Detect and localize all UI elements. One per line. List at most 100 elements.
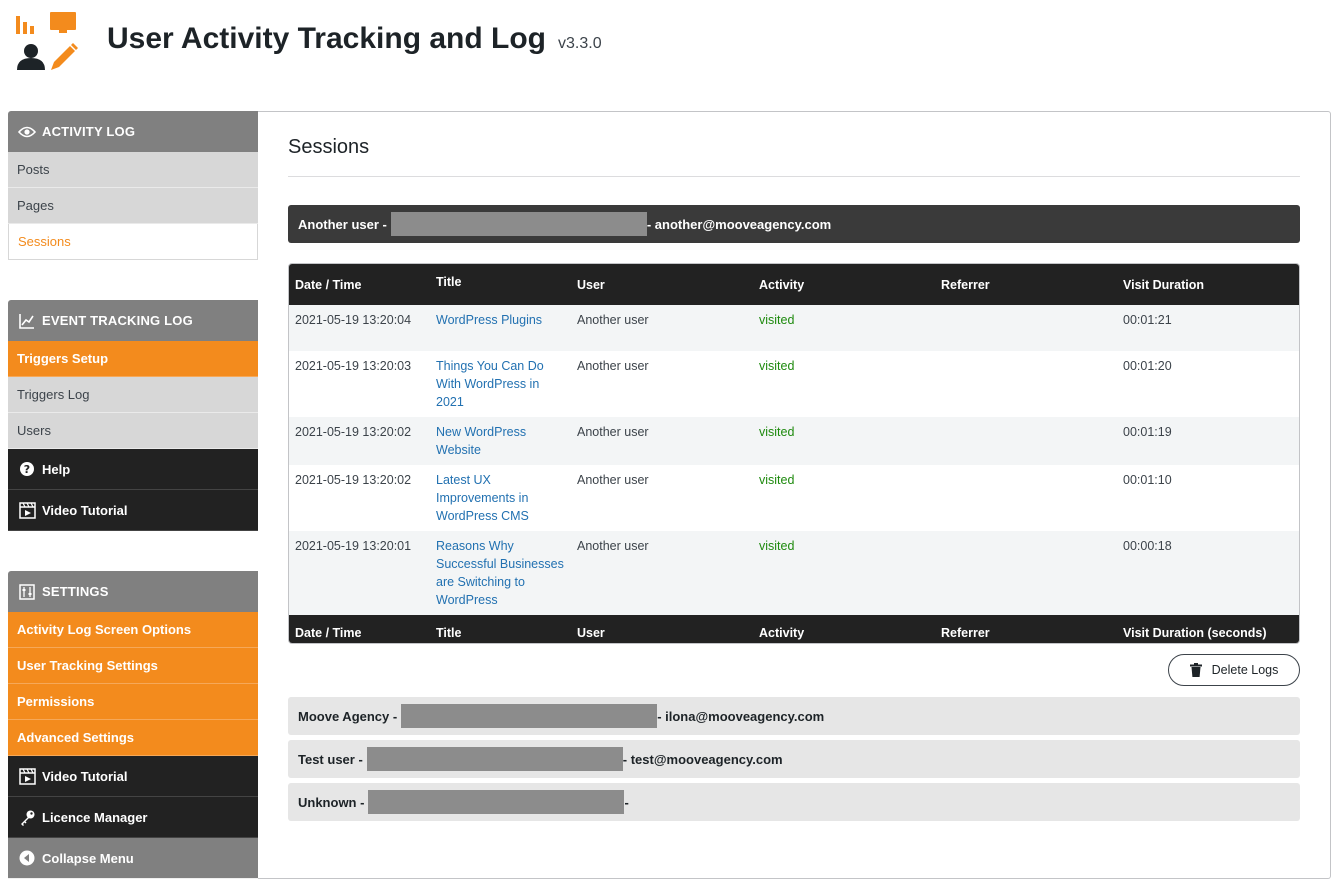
app-version: v3.3.0 (558, 35, 602, 52)
collapse-arrow-icon (18, 849, 36, 867)
col-activity[interactable]: Activity (753, 264, 935, 305)
sidebar-item-posts[interactable]: Posts (8, 152, 258, 188)
cell-date: 2021-05-19 13:20:03 (295, 359, 412, 373)
title-divider (288, 176, 1300, 177)
foot-title: Title (436, 626, 462, 640)
sidebar-item-activity-log-screen-options[interactable]: Activity Log Screen Options (8, 612, 258, 648)
user-session-header[interactable]: Moove Agency - - ilona@mooveagency.com (288, 697, 1300, 735)
sidebar-item-user-tracking-settings[interactable]: User Tracking Settings (8, 648, 258, 684)
svg-text:?: ? (24, 463, 30, 476)
cell-user: Another user (577, 359, 649, 373)
video-icon (18, 767, 36, 785)
foot-date-time: Date / Time (295, 626, 362, 640)
chart-line-icon (18, 312, 36, 330)
cell-user: Another user (577, 539, 649, 553)
cell-user: Another user (577, 313, 649, 327)
user-name: Moove Agency - (298, 708, 398, 724)
main-panel: Sessions Another user - - another@moovea… (258, 111, 1331, 879)
table-row: 2021-05-19 13:20:02 Latest UX Improvemen… (289, 465, 1299, 531)
sidebar-item-help[interactable]: ? Help (8, 449, 258, 490)
help-icon: ? (18, 460, 36, 478)
sidebar-item-triggers-log[interactable]: Triggers Log (8, 377, 258, 413)
sidebar-item-help-label: Help (42, 461, 71, 477)
sidebar-item-collapse-menu[interactable]: Collapse Menu (8, 838, 258, 879)
table-row: 2021-05-19 13:20:03 Things You Can Do Wi… (289, 351, 1299, 417)
cell-title-link[interactable]: Things You Can Do With WordPress in 2021 (436, 359, 544, 409)
user-session-header-expanded[interactable]: Another user - - another@mooveagency.com (288, 205, 1300, 243)
eye-icon (18, 123, 36, 141)
settings-sliders-icon (18, 583, 36, 601)
sidebar-item-licence-manager[interactable]: Licence Manager (8, 797, 258, 838)
user-email: - ilona@mooveagency.com (657, 708, 825, 724)
page-title: Sessions (288, 136, 370, 158)
col-date-time[interactable]: Date / Time (289, 264, 430, 305)
sidebar-item-video-tutorial-label: Video Tutorial (42, 502, 128, 518)
app-title: User Activity Tracking and Log (107, 22, 546, 55)
sidebar-item-permissions[interactable]: Permissions (8, 684, 258, 720)
redacted-block (401, 704, 658, 728)
user-name: Test user - (298, 751, 363, 767)
sidebar-item-users[interactable]: Users (8, 413, 258, 449)
cell-referrer (935, 531, 1117, 615)
sidebar: ACTIVITY LOG Posts Pages Sessions EVENT … (8, 111, 258, 879)
cell-duration: 00:00:18 (1123, 539, 1172, 553)
foot-visit-duration: Visit Duration (seconds) (1123, 626, 1267, 640)
cell-title-link[interactable]: Reasons Why Successful Businesses are Sw… (436, 539, 564, 607)
cell-activity: visited (759, 473, 795, 487)
table-row: 2021-05-19 13:20:01 Reasons Why Successf… (289, 531, 1299, 615)
foot-activity: Activity (759, 626, 805, 640)
cell-activity: visited (759, 539, 795, 553)
cell-date: 2021-05-19 13:20:02 (295, 473, 412, 487)
sidebar-item-advanced-settings[interactable]: Advanced Settings (8, 720, 258, 756)
cell-date: 2021-05-19 13:20:04 (295, 313, 412, 327)
sidebar-item-collapse-menu-label: Collapse Menu (42, 850, 134, 866)
cell-duration: 00:01:10 (1123, 473, 1172, 487)
user-session-header[interactable]: Unknown - - (288, 783, 1300, 821)
user-name: Unknown - (298, 794, 365, 810)
cell-title-link[interactable]: WordPress Plugins (436, 313, 542, 327)
user-session-header[interactable]: Test user - - test@mooveagency.com (288, 740, 1300, 778)
redacted-block (368, 790, 625, 814)
sidebar-item-sessions[interactable]: Sessions (8, 224, 258, 260)
cell-activity: visited (759, 359, 795, 373)
cell-user: Another user (577, 473, 649, 487)
sidebar-item-video-tutorial-events[interactable]: Video Tutorial (8, 490, 258, 531)
cell-title-link[interactable]: Latest UX Improvements in WordPress CMS (436, 473, 529, 523)
plugin-logo-icon (16, 12, 78, 70)
foot-referrer: Referrer (941, 626, 990, 640)
trash-icon (1189, 663, 1204, 677)
table-row: 2021-05-19 13:20:04 WordPress Plugins An… (289, 305, 1299, 351)
col-user[interactable]: User (571, 264, 753, 305)
sidebar-item-video-tutorial-settings[interactable]: Video Tutorial (8, 756, 258, 797)
section-activity-log: ACTIVITY LOG (8, 111, 258, 152)
cell-referrer (935, 465, 1117, 531)
delete-logs-button[interactable]: Delete Logs (1168, 654, 1300, 686)
user-email: - another@mooveagency.com (646, 216, 832, 232)
user-email: - (624, 794, 629, 810)
cell-duration: 00:01:21 (1123, 313, 1172, 327)
cell-referrer (935, 417, 1117, 465)
col-referrer[interactable]: Referrer (935, 264, 1117, 305)
section-settings: SETTINGS (8, 571, 258, 612)
video-icon (18, 501, 36, 519)
cell-date: 2021-05-19 13:20:02 (295, 425, 412, 439)
app-header: User Activity Tracking and Log v3.3.0 (14, 10, 714, 74)
cell-title-link[interactable]: New WordPress Website (436, 425, 526, 457)
cell-activity: visited (759, 313, 795, 327)
table-header-row: Date / Time Title User Activity Referrer… (289, 264, 1299, 305)
section-event-tracking: EVENT TRACKING LOG (8, 300, 258, 341)
foot-user: User (577, 626, 605, 640)
cell-duration: 00:01:19 (1123, 425, 1172, 439)
sidebar-item-video-tutorial-label: Video Tutorial (42, 768, 128, 784)
sidebar-item-pages[interactable]: Pages (8, 188, 258, 224)
col-visit-duration[interactable]: Visit Duration (1117, 264, 1299, 305)
redacted-block (366, 747, 623, 771)
delete-logs-label: Delete Logs (1211, 663, 1279, 677)
redacted-block (390, 212, 647, 236)
sidebar-item-triggers-setup[interactable]: Triggers Setup (8, 341, 258, 377)
key-icon (18, 808, 36, 826)
cell-user: Another user (577, 425, 649, 439)
cell-referrer (935, 305, 1117, 351)
col-title[interactable]: Title (430, 264, 571, 305)
user-name: Another user - (298, 216, 387, 232)
